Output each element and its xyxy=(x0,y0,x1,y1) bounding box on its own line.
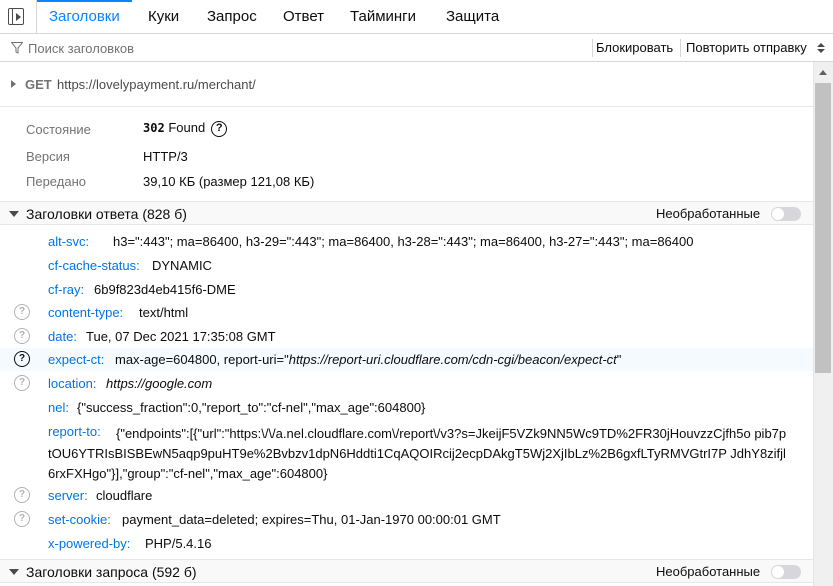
header-row[interactable]: cf-cache-status: DYNAMIC xyxy=(0,254,813,277)
header-name: alt-svc: xyxy=(48,234,90,249)
header-row[interactable]: ? date: Tue, 07 Dec 2021 17:35:08 GMT xyxy=(0,325,813,348)
version-value: HTTP/3 xyxy=(143,149,188,164)
tab-request[interactable]: Запрос xyxy=(207,0,257,34)
header-value: h3=":443"; ma=86400, h3-29=":443"; ma=86… xyxy=(113,234,694,249)
header-value: payment_data=deleted; expires=Thu, 01-Ja… xyxy=(122,512,501,527)
header-row[interactable]: x-powered-by: PHP/5.4.16 xyxy=(0,532,813,555)
header-name: expect-ct: xyxy=(48,352,105,367)
header-row[interactable]: ? location: https://google.com xyxy=(0,372,813,395)
filter-headers-input[interactable] xyxy=(28,38,328,58)
resend-button[interactable]: Повторить отправку xyxy=(686,34,807,62)
tab-headers[interactable]: Заголовки xyxy=(37,0,132,35)
transferred-label: Передано xyxy=(26,174,86,189)
response-headers-section[interactable]: Заголовки ответа (828 б) Необработанные xyxy=(0,201,813,225)
collapse-arrow-icon[interactable] xyxy=(9,211,19,217)
status-text: Found xyxy=(168,120,206,135)
tab-security[interactable]: Защита xyxy=(446,0,499,34)
header-name: content-type: xyxy=(48,305,124,320)
header-value: Tue, 07 Dec 2021 17:35:08 GMT xyxy=(86,329,276,344)
filter-icon xyxy=(11,42,23,54)
help-icon[interactable]: ? xyxy=(14,328,30,344)
tab-cookies[interactable]: Куки xyxy=(148,0,179,34)
request-method: GET xyxy=(25,77,52,92)
request-headers-section[interactable]: Заголовки запроса (592 б) Необработанные xyxy=(0,559,813,583)
raw-toggle-label: Необработанные xyxy=(656,564,761,579)
status-label: Состояние xyxy=(26,122,91,137)
header-value-link[interactable]: https://report-uri.cloudflare.com/cdn-cg… xyxy=(289,352,617,367)
header-value: https://google.com xyxy=(106,376,212,391)
request-url-row[interactable]: GET https://lovelypayment.ru/merchant/ xyxy=(0,74,813,94)
header-row[interactable]: nel: {"success_fraction":0,"report_to":"… xyxy=(0,396,813,419)
headers-filter-bar: Блокировать Повторить отправку xyxy=(0,34,833,62)
raw-toggle-label: Необработанные xyxy=(656,206,761,221)
header-value: cloudflare xyxy=(96,488,153,503)
header-name: date: xyxy=(48,329,77,344)
help-icon[interactable]: ? xyxy=(14,487,30,503)
help-icon[interactable]: ? xyxy=(14,351,30,367)
header-value: text/html xyxy=(139,305,189,320)
headers-panel: GET https://lovelypayment.ru/merchant/ С… xyxy=(0,62,813,586)
header-row[interactable]: ? content-type: text/html xyxy=(0,301,813,324)
transferred-value: 39,10 КБ (размер 121,08 КБ) xyxy=(143,174,315,189)
header-row-selected[interactable]: ? expect-ct: max-age=604800, report-uri=… xyxy=(0,348,813,371)
help-icon[interactable]: ? xyxy=(211,120,228,137)
dropdown-arrows-icon[interactable] xyxy=(817,43,825,53)
header-name: set-cookie: xyxy=(48,512,111,527)
version-label: Версия xyxy=(26,149,70,164)
header-row[interactable]: ? server: cloudflare xyxy=(0,484,813,507)
toolbar-divider xyxy=(680,39,681,57)
tab-response[interactable]: Ответ xyxy=(283,0,324,34)
block-button[interactable]: Блокировать xyxy=(596,34,673,62)
header-row[interactable]: cf-ray: 6b9f823d4eb415f6-DME xyxy=(0,278,813,301)
scrollbar-thumb[interactable] xyxy=(815,83,831,373)
tab-divider xyxy=(36,0,37,34)
header-value: {"endpoints":[{"url":"https:\/\/a.nel.cl… xyxy=(48,426,787,481)
dock-side-icon[interactable] xyxy=(8,8,24,25)
header-value: 6b9f823d4eb415f6-DME xyxy=(94,282,236,297)
request-url: https://lovelypayment.ru/merchant/ xyxy=(57,77,256,92)
header-row[interactable]: alt-svc: h3=":443"; ma=86400, h3-29=":44… xyxy=(0,230,813,253)
header-name: server: xyxy=(48,488,88,503)
header-name: x-powered-by: xyxy=(48,536,131,551)
header-value-link[interactable]: https://google.com xyxy=(106,376,212,391)
request-headers-title: Заголовки запроса (592 б) xyxy=(26,564,197,580)
header-value: max-age=604800, report-uri="https://repo… xyxy=(115,352,622,367)
header-row[interactable]: ? set-cookie: payment_data=deleted; expi… xyxy=(0,508,813,531)
divider xyxy=(0,106,813,107)
raw-headers-toggle[interactable] xyxy=(771,207,801,221)
status-code: 302 xyxy=(143,121,165,135)
header-name: location: xyxy=(48,376,97,391)
help-icon[interactable]: ? xyxy=(14,511,30,527)
tab-timings[interactable]: Тайминги xyxy=(350,0,416,34)
header-value: DYNAMIC xyxy=(152,258,212,273)
header-row[interactable]: report-to: {"endpoints":[{"url":"https:\… xyxy=(0,420,813,486)
scroll-up-arrow-icon[interactable] xyxy=(819,70,827,75)
expand-arrow-icon[interactable] xyxy=(11,80,16,88)
response-headers-title: Заголовки ответа (828 б) xyxy=(26,206,187,222)
devtools-tab-bar: Заголовки Куки Запрос Ответ Тайминги Защ… xyxy=(0,0,833,35)
status-value: 302 Found? xyxy=(143,120,228,137)
collapse-arrow-icon[interactable] xyxy=(9,569,19,575)
help-icon[interactable]: ? xyxy=(14,304,30,320)
help-icon[interactable]: ? xyxy=(14,375,30,391)
header-value: PHP/5.4.16 xyxy=(145,536,212,551)
header-name: nel: xyxy=(48,400,69,415)
raw-headers-toggle[interactable] xyxy=(771,565,801,579)
header-value: {"success_fraction":0,"report_to":"cf-ne… xyxy=(77,400,426,415)
header-name: cf-ray: xyxy=(48,282,85,297)
header-name: cf-cache-status: xyxy=(48,258,140,273)
toolbar-divider xyxy=(592,39,593,57)
